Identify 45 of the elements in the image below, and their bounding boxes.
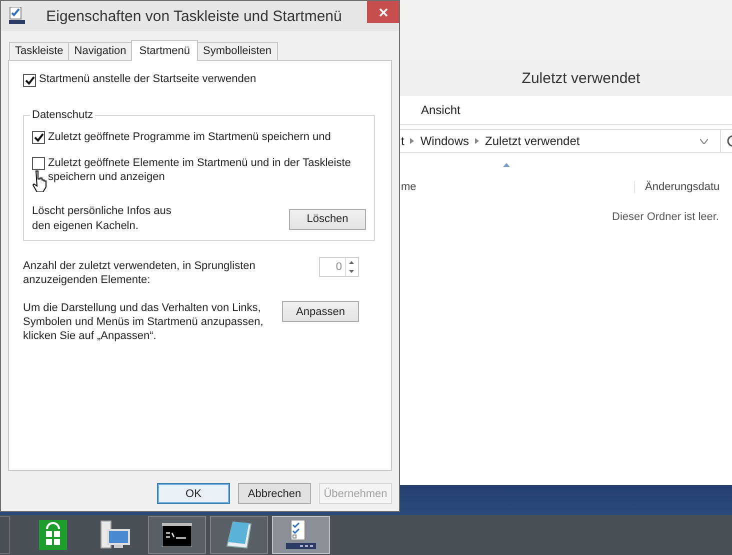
tab[interactable]: Startmenü xyxy=(131,40,198,61)
clear-button[interactable]: Löschen xyxy=(289,208,366,230)
computer-icon xyxy=(100,520,130,550)
hand-cursor-icon xyxy=(31,170,47,192)
taskbar-button[interactable] xyxy=(148,516,206,554)
breadcrumb-item[interactable]: Zuletzt verwendet xyxy=(485,134,580,148)
dropdown-icon[interactable] xyxy=(700,138,708,144)
taskbar-button[interactable] xyxy=(210,516,268,554)
group-title: Datenschutz xyxy=(30,109,96,121)
store-icon xyxy=(39,520,67,550)
checkbox[interactable] xyxy=(32,131,45,144)
breadcrumb-item[interactable]: Windows xyxy=(420,134,470,148)
description-text: Um die Darstellung und das Verhalten von Links, Symbolen und Menüs im Startmenü anzupassen, klicken Sie auf „Anpassen“. xyxy=(23,301,264,343)
breadcrumb-item[interactable]: t xyxy=(401,134,404,148)
close-icon xyxy=(378,8,388,16)
close-button[interactable] xyxy=(367,1,399,23)
address-bar[interactable]: t Windows Zuletzt verwendet xyxy=(399,129,732,153)
checkbox[interactable] xyxy=(23,74,36,87)
jumplist-label: Anzahl der zuletzt verwendeten, in Sprunglisten anzuzeigenden Elemente: xyxy=(23,259,256,287)
tab[interactable]: Taskleiste xyxy=(9,42,70,60)
checklist-icon xyxy=(286,520,316,550)
window-title: Eigenschaften von Taskleiste und Startmenü xyxy=(46,8,342,24)
dialog-button[interactable]: OK xyxy=(157,483,230,504)
chevron-icon xyxy=(410,138,414,144)
checkbox-label: Startmenü anstelle der Startseite verwenden xyxy=(39,73,256,85)
column-header[interactable]: me xyxy=(399,181,634,193)
tab[interactable]: Symbolleisten xyxy=(197,42,278,60)
menu-item[interactable]: Ansicht xyxy=(421,103,460,117)
taskbar-button[interactable] xyxy=(272,516,330,554)
chevron-icon xyxy=(475,138,480,144)
console-icon xyxy=(162,523,192,547)
customize-button[interactable]: Anpassen xyxy=(282,301,359,322)
checkbox-label: Zuletzt geöffnete Elemente im Startmenü und in der Taskleiste speichern und anzeigen xyxy=(48,156,352,184)
checkbox-label: Zuletzt geöffnete Programme im Startmenü speichern und xyxy=(48,130,332,144)
checkbox[interactable] xyxy=(32,157,45,170)
sort-arrow-icon xyxy=(503,163,510,167)
dialog-button[interactable]: Abbrechen xyxy=(238,483,311,504)
description-text: Löscht persönliche Infos aus den eigenen Kacheln. xyxy=(32,204,172,234)
window-title: Zuletzt verwendet xyxy=(522,70,640,86)
column-header[interactable]: Änderungsdatu xyxy=(634,181,720,193)
refresh-icon[interactable] xyxy=(727,135,732,147)
empty-folder-text: Dieser Ordner ist leer. xyxy=(612,211,720,223)
checklist-icon xyxy=(9,7,25,25)
notepad-icon xyxy=(225,520,253,550)
number-field[interactable]: 0 xyxy=(319,257,359,277)
